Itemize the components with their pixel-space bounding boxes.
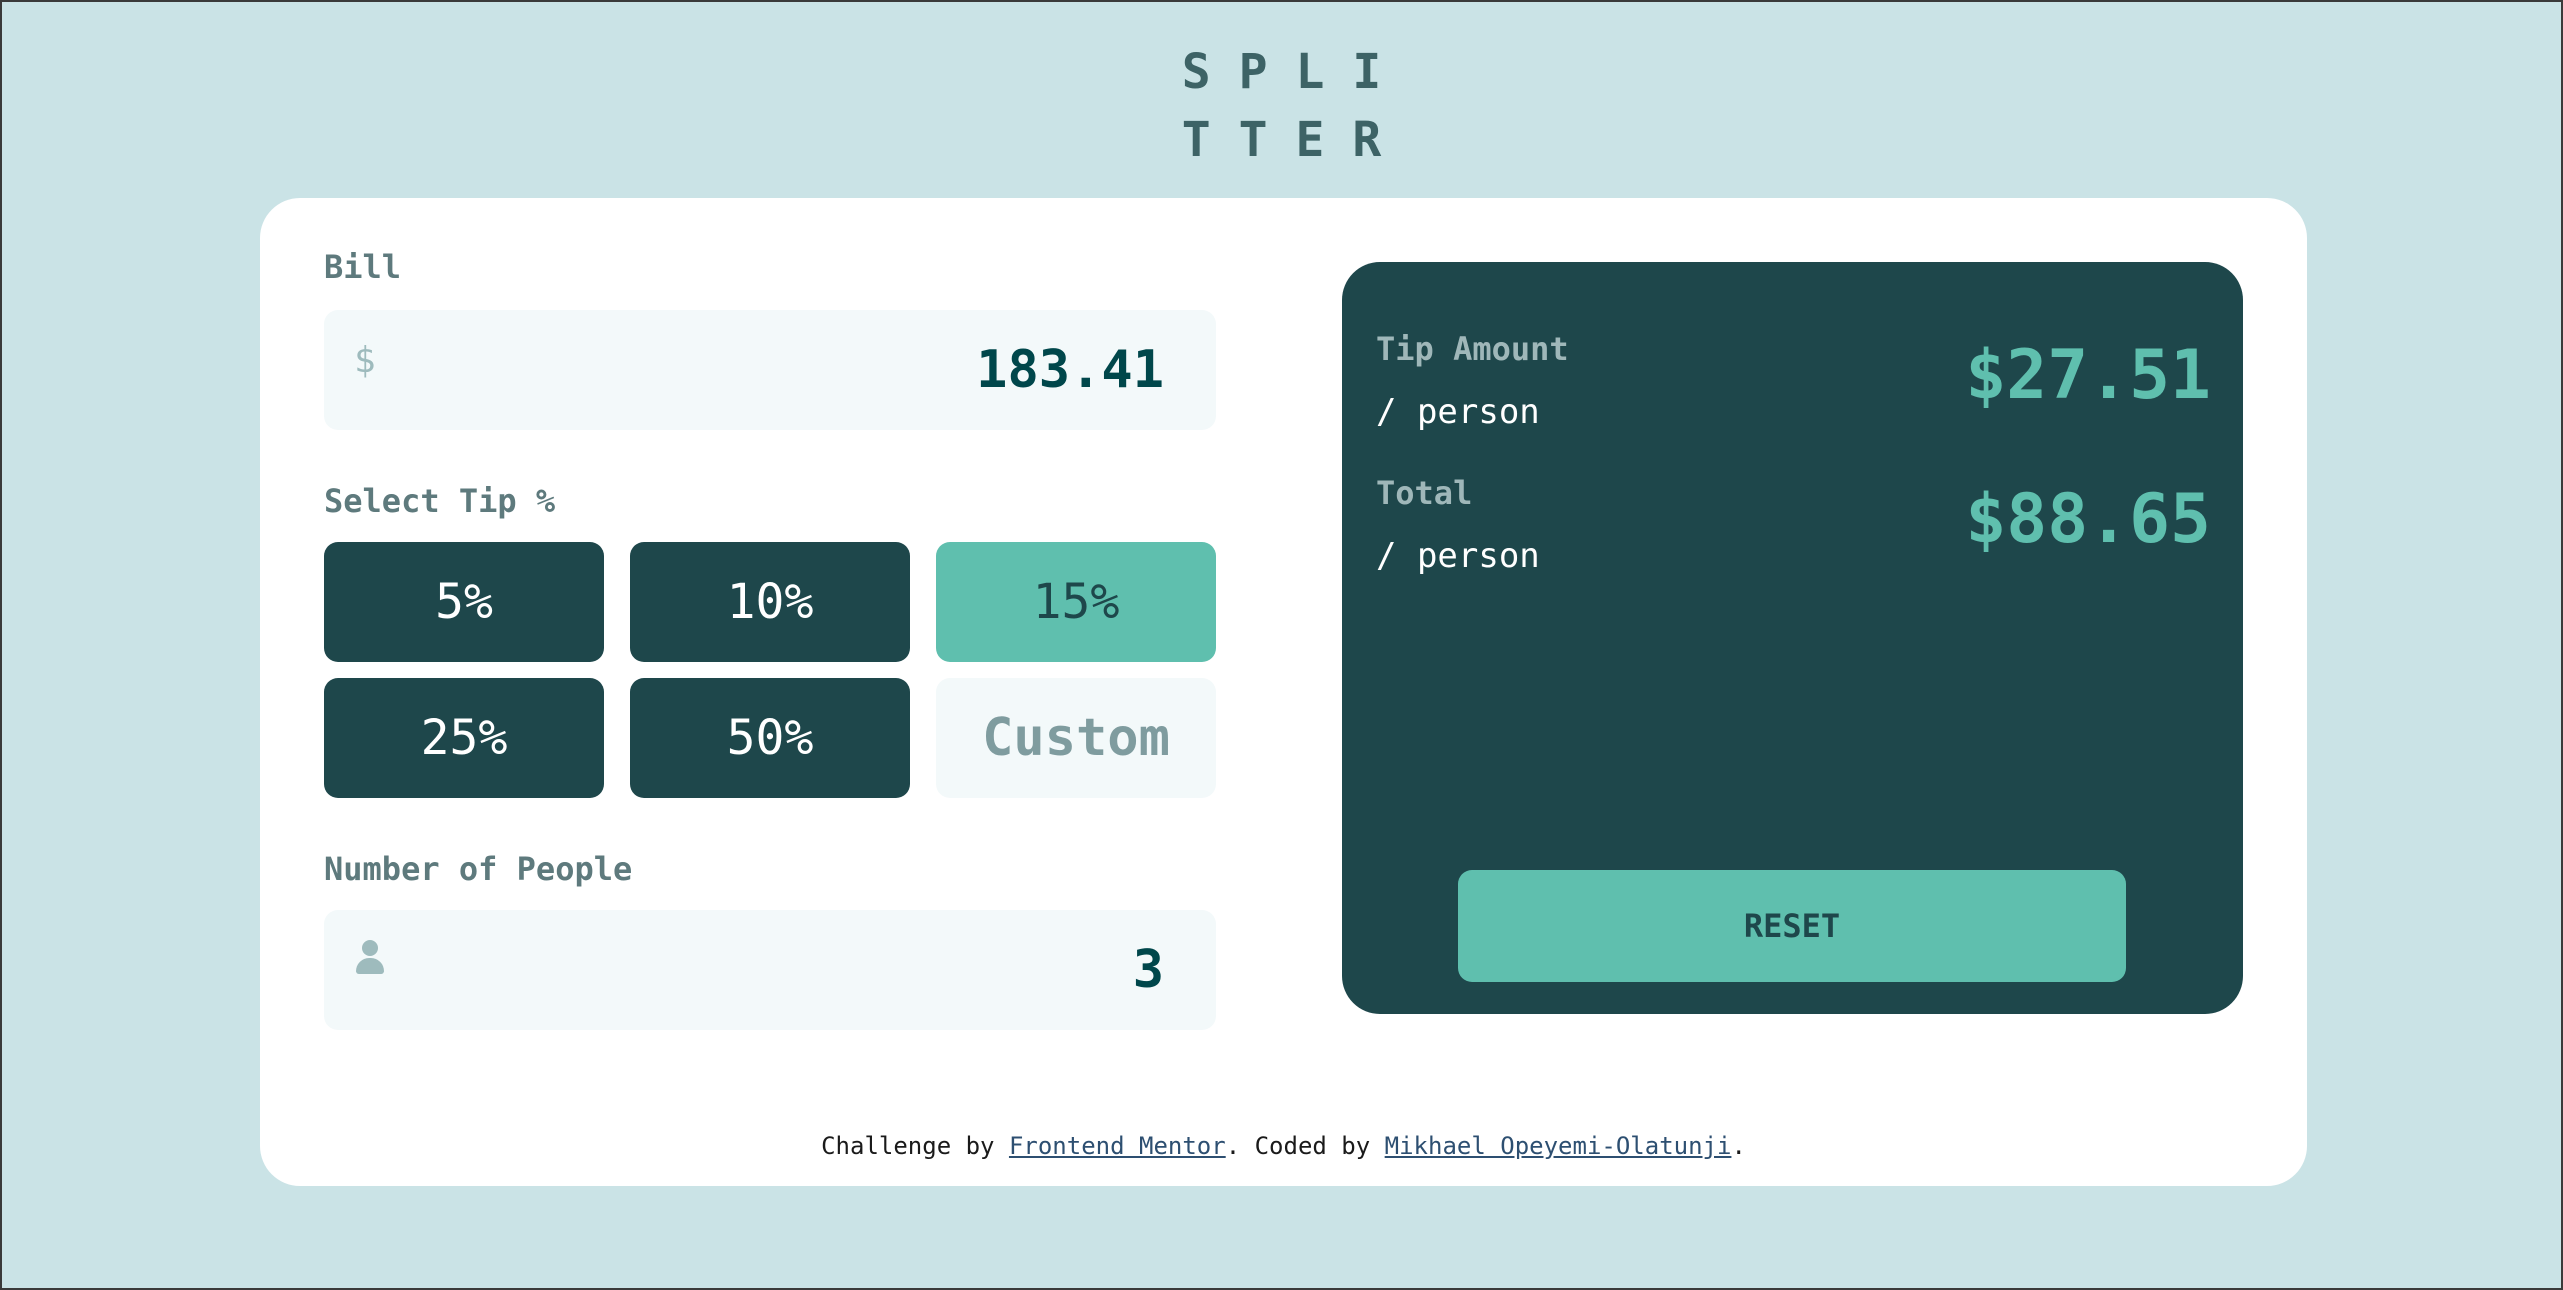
tip-button-5[interactable]: 5%	[324, 542, 604, 662]
results-panel: Tip Amount / person $27.51 Total / perso…	[1342, 262, 2243, 1014]
tip-button-25[interactable]: 25%	[324, 678, 604, 798]
tip-amount-value: $27.51	[1965, 336, 2211, 415]
dollar-icon: $	[354, 340, 376, 381]
app-logo: SPLI TTER	[2, 38, 2561, 174]
logo-line-1: SPLI	[1181, 44, 1410, 100]
author-link[interactable]: Mikhael Opeyemi-Olatunji	[1385, 1132, 1732, 1160]
total-value: $88.65	[1965, 480, 2211, 559]
custom-tip-input[interactable]: Custom	[936, 678, 1216, 798]
logo-line-2: TTER	[1181, 112, 1410, 168]
people-value: 3	[1132, 940, 1164, 1000]
attribution-prefix: Challenge by	[821, 1132, 1009, 1160]
attribution-middle: . Coded by	[1225, 1132, 1385, 1160]
reset-button[interactable]: RESET	[1458, 870, 2126, 982]
total-per-person: / person	[1376, 536, 1540, 576]
total-label: Total	[1376, 474, 1473, 512]
calculator-card: Bill $ 183.41 Select Tip % 5% 10% 15% 25…	[260, 198, 2307, 1186]
tip-amount-per-person: / person	[1376, 392, 1540, 432]
people-label: Number of People	[324, 850, 633, 888]
tip-amount-label: Tip Amount	[1376, 330, 1569, 368]
bill-label: Bill	[324, 248, 402, 286]
bill-input[interactable]: $ 183.41	[324, 310, 1216, 430]
person-icon	[356, 940, 384, 974]
tip-button-50[interactable]: 50%	[630, 678, 910, 798]
tip-button-15[interactable]: 15%	[936, 542, 1216, 662]
select-tip-label: Select Tip %	[324, 482, 556, 520]
attribution: Challenge by Frontend Mentor. Coded by M…	[260, 1132, 2307, 1160]
tip-button-10[interactable]: 10%	[630, 542, 910, 662]
attribution-suffix: .	[1731, 1132, 1746, 1160]
frontend-mentor-link[interactable]: Frontend Mentor	[1009, 1132, 1226, 1160]
bill-value: 183.41	[976, 340, 1164, 400]
people-input[interactable]: 3	[324, 910, 1216, 1030]
